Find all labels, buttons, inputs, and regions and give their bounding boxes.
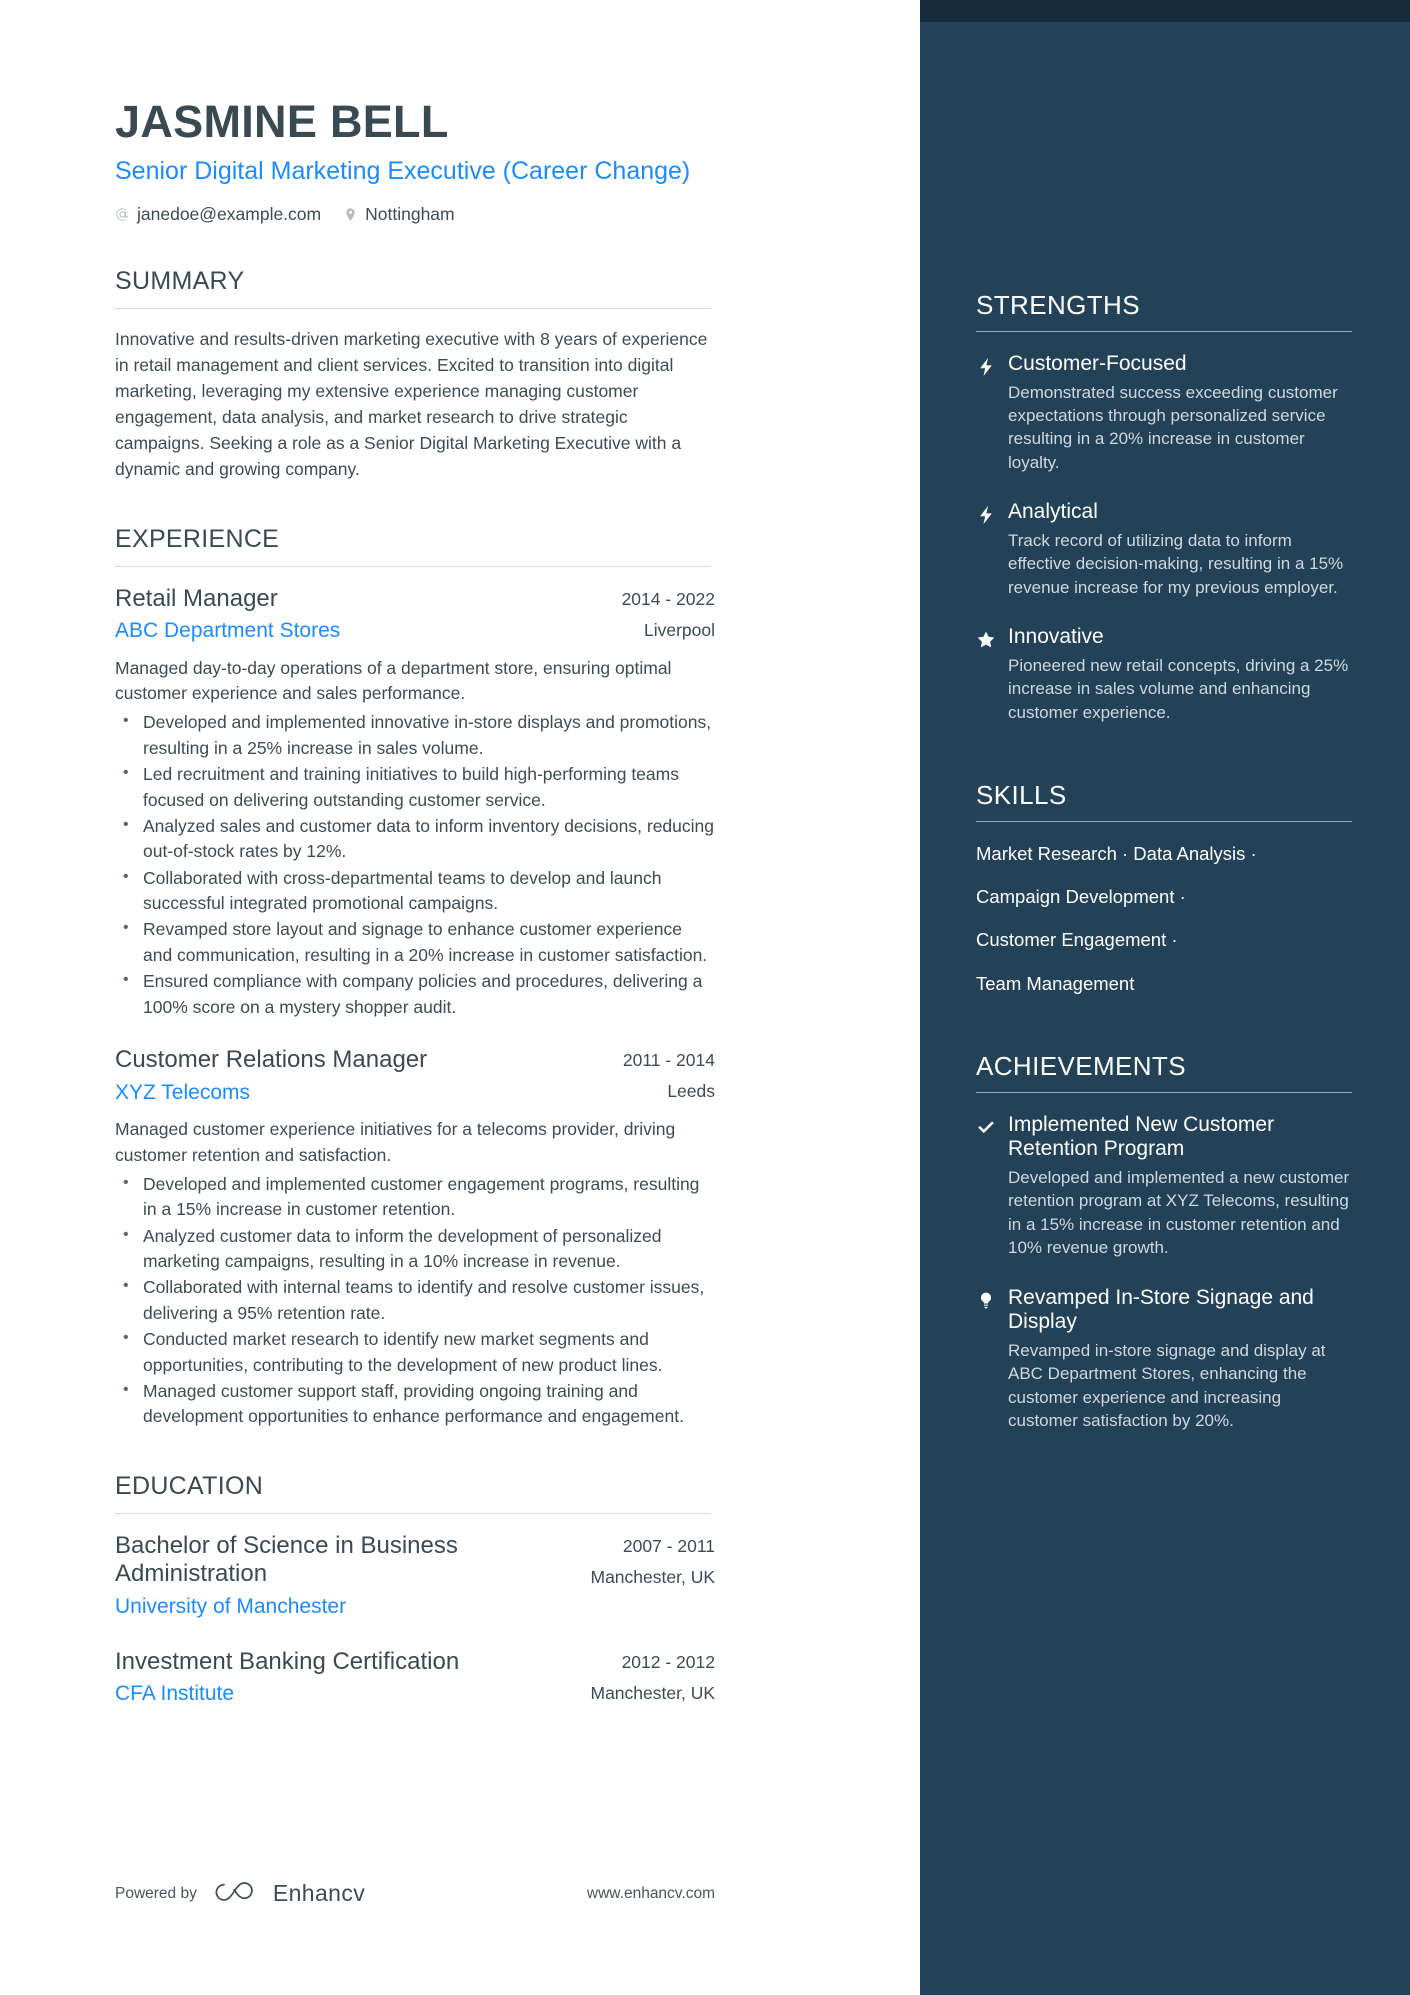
- strength-item: Customer-Focused Demonstrated success ex…: [976, 352, 1352, 474]
- job-title: Customer Relations Manager: [115, 1045, 428, 1073]
- at-sign-icon: [116, 208, 129, 222]
- powered-by-label: Powered by: [115, 1884, 197, 1902]
- job-title: Retail Manager: [115, 584, 278, 612]
- achievement-description: Developed and implemented a new customer…: [1008, 1167, 1350, 1258]
- job-location: Liverpool: [643, 619, 715, 640]
- job-bullet-list: Developed and implemented customer engag…: [115, 1171, 715, 1430]
- education-entry: Investment Banking Certification CFA Ins…: [115, 1648, 715, 1709]
- education-entry: Bachelor of Science in Business Administ…: [115, 1532, 715, 1622]
- experience-divider: [115, 565, 711, 567]
- job-dates: 2014 - 2022: [621, 588, 715, 609]
- job-description: Managed customer experience initiatives …: [115, 1119, 676, 1165]
- school-name[interactable]: CFA Institute: [115, 1680, 459, 1708]
- achievement-description: Revamped in-store signage and display at…: [1008, 1340, 1326, 1431]
- lightning-bolt-icon: [976, 500, 1008, 599]
- achievement-item: Implemented New Customer Retention Progr…: [976, 1113, 1352, 1260]
- lightbulb-icon: [976, 1286, 1008, 1433]
- strengths-section: STRENGTHS Customer-Focused Demonstrated …: [976, 290, 1352, 724]
- achievements-divider: [976, 1091, 1352, 1093]
- achievement-title: Revamped In-Store Signage and Display: [1008, 1285, 1314, 1334]
- strength-item: Analytical Track record of utilizing dat…: [976, 500, 1352, 599]
- list-item: Analyzed sales and customer data to info…: [115, 813, 715, 865]
- contact-email[interactable]: janedoe@example.com: [115, 204, 321, 225]
- strengths-divider: [976, 331, 1352, 332]
- lightning-bolt-icon: [976, 352, 1008, 474]
- contact-location: Nottingham: [343, 204, 455, 225]
- page-title: JASMINE BELL: [115, 96, 449, 147]
- brand-name: Enhancv: [272, 1880, 366, 1906]
- contact-email-text: janedoe@example.com: [137, 204, 322, 225]
- experience-entry: Customer Relations Manager XYZ Telecoms …: [115, 1046, 715, 1430]
- achievement-title: Implemented New Customer Retention Progr…: [1008, 1112, 1275, 1161]
- skill-line: Team Management: [976, 972, 1135, 994]
- strength-title: Analytical: [1008, 500, 1098, 524]
- education-dates: 2007 - 2011: [622, 1535, 715, 1556]
- summary-title: SUMMARY: [115, 267, 245, 296]
- resume-page: STRENGTHS Customer-Focused Demonstrated …: [0, 0, 1410, 1995]
- skill-line: Market Research · Data Analysis ·: [976, 843, 1257, 865]
- strength-description: Demonstrated success exceeding customer …: [1008, 382, 1338, 472]
- sidebar: STRENGTHS Customer-Focused Demonstrated …: [920, 0, 1410, 1995]
- skill-line: Campaign Development ·: [976, 886, 1186, 908]
- company-name[interactable]: ABC Department Stores: [115, 617, 340, 645]
- strength-title: Customer-Focused: [1008, 352, 1187, 375]
- strength-title: Innovative: [1008, 625, 1104, 649]
- education-dates: 2012 - 2012: [621, 1651, 715, 1672]
- footer: Powered by Enhancv www.enhancv.com: [115, 1880, 715, 1907]
- education-location: Manchester, UK: [590, 1566, 716, 1587]
- contact-bar: janedoe@example.com Nottingham: [115, 204, 920, 225]
- experience-title: EXPERIENCE: [115, 524, 280, 553]
- experience-entry: Retail Manager ABC Department Stores 201…: [115, 585, 715, 1020]
- contact-location-text: Nottingham: [365, 204, 455, 225]
- education-divider: [115, 1512, 711, 1514]
- skills-list: Market Research · Data Analysis · Campai…: [976, 842, 1352, 995]
- list-item: Conducted market research to identify ne…: [115, 1326, 715, 1378]
- list-item: Collaborated with cross-departmental tea…: [115, 865, 715, 917]
- summary-section: SUMMARY Innovative and results-driven ma…: [115, 267, 920, 482]
- map-pin-icon: [346, 208, 355, 221]
- summary-text: Innovative and results-driven marketing …: [115, 329, 708, 479]
- job-dates: 2011 - 2014: [622, 1049, 715, 1070]
- education-location: Manchester, UK: [590, 1682, 716, 1703]
- list-item: Led recruitment and training initiatives…: [115, 761, 715, 813]
- skills-divider: [976, 821, 1352, 823]
- strength-description: Pioneered new retail concepts, driving a…: [1008, 655, 1349, 722]
- list-item: Developed and implemented innovative in-…: [115, 709, 715, 761]
- website-link[interactable]: www.enhancv.com: [587, 1885, 715, 1903]
- star-icon: [976, 625, 1008, 724]
- degree-title: Investment Banking Certification: [115, 1647, 460, 1675]
- school-name[interactable]: University of Manchester: [115, 1593, 535, 1621]
- strength-description: Track record of utilizing data to inform…: [1008, 530, 1344, 597]
- company-name[interactable]: XYZ Telecoms: [115, 1079, 427, 1107]
- strengths-title: STRENGTHS: [976, 290, 1140, 320]
- enhancv-logo-icon: [213, 1881, 257, 1907]
- list-item: Ensured compliance with company policies…: [115, 968, 715, 1020]
- list-item: Collaborated with internal teams to iden…: [115, 1274, 715, 1326]
- list-item: Developed and implemented customer engag…: [115, 1171, 715, 1223]
- list-item: Revamped store layout and signage to enh…: [115, 916, 715, 968]
- main-column: JASMINE BELL Senior Digital Marketing Ex…: [0, 0, 920, 1995]
- list-item: Managed customer support staff, providin…: [115, 1378, 715, 1430]
- skill-line: Customer Engagement ·: [976, 929, 1178, 951]
- check-icon: [976, 1113, 1008, 1260]
- job-location: Leeds: [667, 1080, 715, 1101]
- job-bullet-list: Developed and implemented innovative in-…: [115, 709, 715, 1020]
- brand-block: Powered by Enhancv: [115, 1880, 365, 1907]
- achievement-item: Revamped In-Store Signage and Display Re…: [976, 1286, 1352, 1433]
- list-item: Analyzed customer data to inform the dev…: [115, 1223, 715, 1275]
- achievements-title: ACHIEVEMENTS: [976, 1050, 1186, 1081]
- degree-title: Bachelor of Science in Business Administ…: [115, 1531, 458, 1588]
- strength-item: Innovative Pioneered new retail concepts…: [976, 625, 1352, 724]
- education-title: EDUCATION: [115, 1471, 264, 1500]
- job-role-subtitle: Senior Digital Marketing Executive (Care…: [115, 157, 691, 186]
- achievements-section: ACHIEVEMENTS Implemented New Customer Re…: [976, 1051, 1352, 1433]
- job-description: Managed day-to-day operations of a depar…: [115, 657, 672, 704]
- education-section: EDUCATION Bachelor of Science in Busines…: [115, 1472, 920, 1709]
- skills-title: SKILLS: [976, 780, 1067, 811]
- summary-divider: [115, 308, 711, 310]
- skills-section: SKILLS Market Research · Data Analysis ·…: [976, 780, 1352, 995]
- experience-section: EXPERIENCE Retail Manager ABC Department…: [115, 525, 920, 1430]
